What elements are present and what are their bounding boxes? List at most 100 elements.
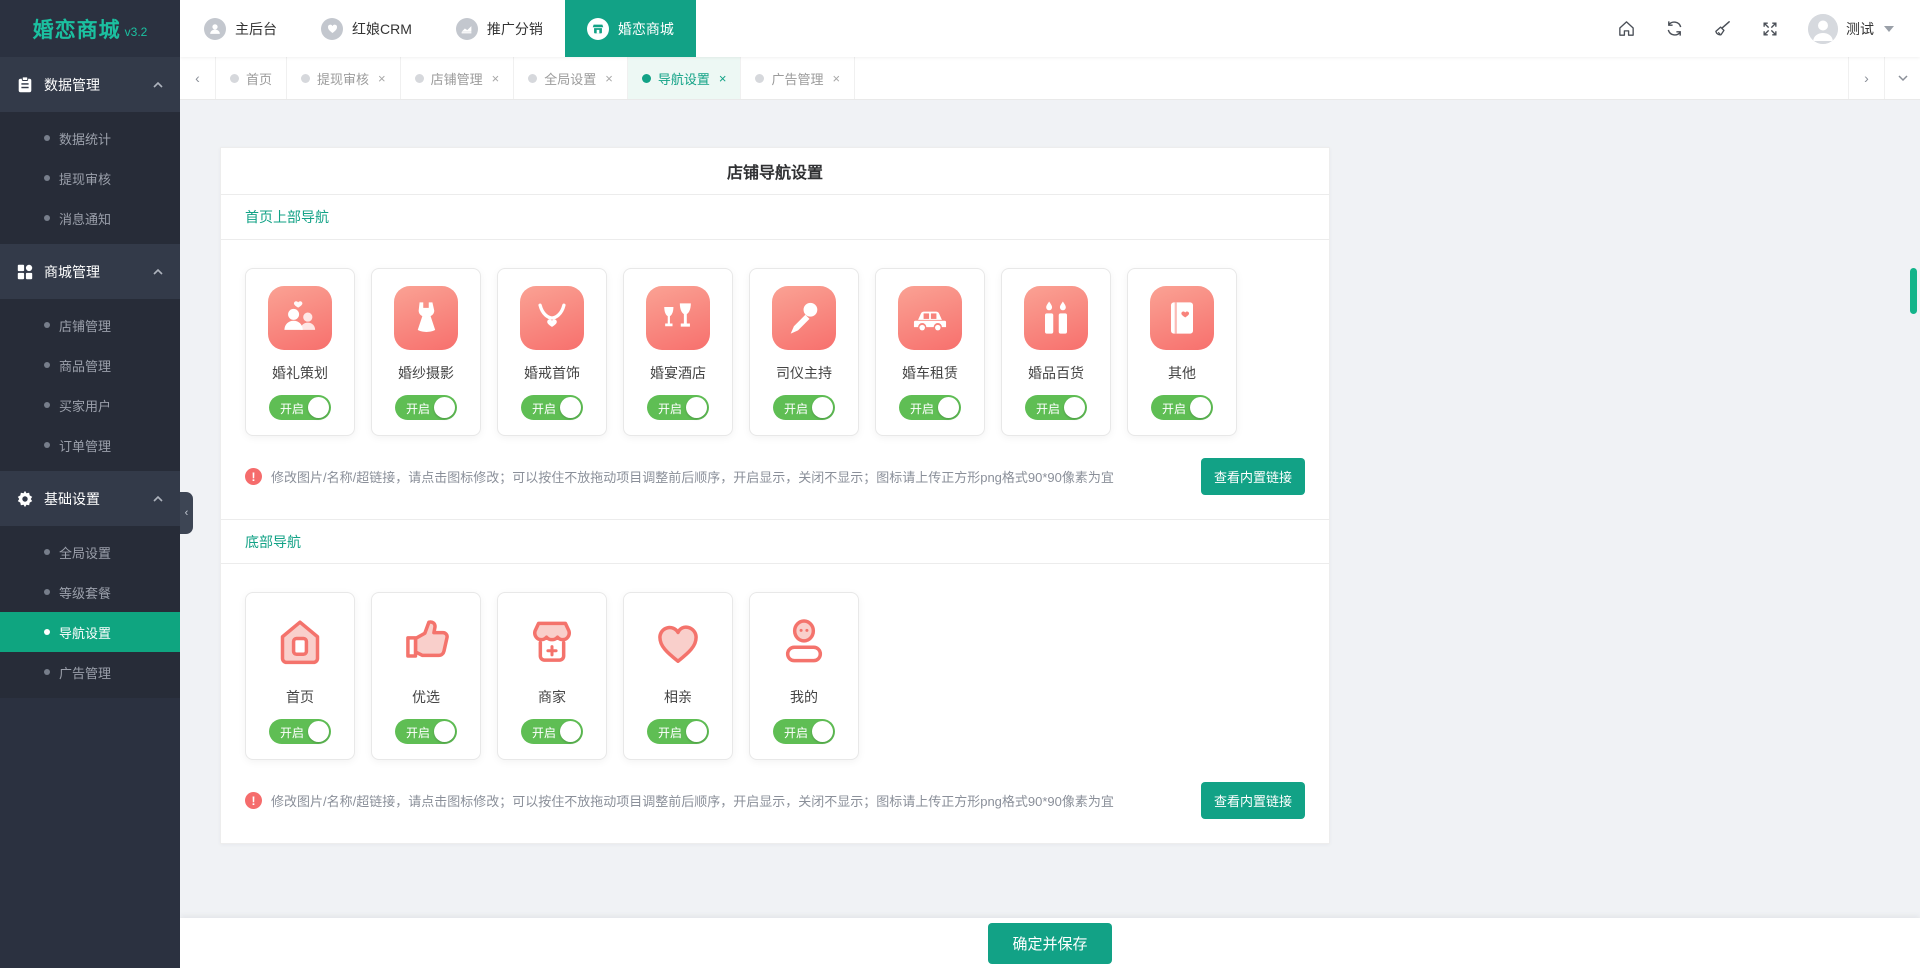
tab-nav-settings[interactable]: 导航设置 × bbox=[628, 57, 742, 99]
sidebar-group-label: 数据管理 bbox=[44, 75, 152, 95]
section-heading-top-nav: 首页上部导航 bbox=[221, 195, 1329, 240]
nav-item-matchmaker-crm[interactable]: 红娘CRM bbox=[299, 0, 434, 57]
bullet-dot bbox=[44, 362, 50, 368]
sidebar-item-data-stats[interactable]: 数据统计 bbox=[0, 118, 180, 158]
nav-card-wedding-goods[interactable]: 婚品百货 开启 bbox=[1001, 268, 1111, 436]
clipboard-icon bbox=[16, 76, 34, 94]
app-window: 婚恋商城 v3.2 数据管理 数据统计 提现审核 消息通知 商城管理 bbox=[0, 0, 1920, 968]
tab-menu-icon[interactable] bbox=[1884, 57, 1920, 99]
nav-card-toggle[interactable]: 开启 bbox=[395, 395, 457, 420]
sidebar-group-mall[interactable]: 商城管理 bbox=[0, 244, 180, 299]
nav-card-label: 商家 bbox=[538, 687, 566, 707]
close-icon[interactable]: × bbox=[378, 71, 386, 86]
nav-card-toggle[interactable]: 开启 bbox=[1151, 395, 1213, 420]
sidebar-item-withdraw-review[interactable]: 提现审核 bbox=[0, 158, 180, 198]
nav-card-wedding-photography[interactable]: 婚纱摄影 开启 bbox=[371, 268, 481, 436]
nav-card-toggle[interactable]: 开启 bbox=[647, 395, 709, 420]
toggle-knob bbox=[1064, 397, 1085, 418]
nav-card-merchant[interactable]: 商家 开启 bbox=[497, 592, 607, 760]
toggle-label: 开启 bbox=[532, 724, 556, 741]
toggle-label: 开启 bbox=[658, 400, 682, 417]
tab-home[interactable]: 首页 bbox=[216, 57, 287, 99]
scrollbar-thumb[interactable] bbox=[1910, 268, 1917, 314]
tab-scroll-left-icon[interactable]: ‹ bbox=[180, 57, 216, 99]
sidebar-collapse-handle[interactable]: ‹ bbox=[180, 492, 193, 534]
nav-card-toggle[interactable]: 开启 bbox=[1025, 395, 1087, 420]
sidebar-item-message-notify[interactable]: 消息通知 bbox=[0, 198, 180, 238]
toggle-knob bbox=[434, 721, 455, 742]
bullet-dot bbox=[44, 629, 50, 635]
view-links-button[interactable]: 查看内置链接 bbox=[1201, 782, 1305, 819]
nav-card-toggle[interactable]: 开启 bbox=[773, 719, 835, 744]
tab-withdraw-review[interactable]: 提现审核 × bbox=[287, 57, 401, 99]
toggle-label: 开启 bbox=[532, 400, 556, 417]
user-menu[interactable]: 测试 bbox=[1808, 14, 1894, 44]
nav-card-label: 首页 bbox=[286, 687, 314, 707]
nav-card-wedding-rings[interactable]: 婚戒首饰 开启 bbox=[497, 268, 607, 436]
view-links-button[interactable]: 查看内置链接 bbox=[1201, 458, 1305, 495]
close-icon[interactable]: × bbox=[492, 71, 500, 86]
sidebar-item-level-package[interactable]: 等级套餐 bbox=[0, 572, 180, 612]
tab-ad-manage[interactable]: 广告管理 × bbox=[741, 57, 855, 99]
nav-item-wedding-mall[interactable]: 婚恋商城 bbox=[565, 0, 696, 57]
nav-card-wedding-planning[interactable]: 婚礼策划 开启 bbox=[245, 268, 355, 436]
close-icon[interactable]: × bbox=[719, 71, 727, 86]
nav-card-home[interactable]: 首页 开启 bbox=[245, 592, 355, 760]
close-icon[interactable]: × bbox=[832, 71, 840, 86]
refresh-icon[interactable] bbox=[1664, 19, 1684, 39]
toggle-label: 开启 bbox=[910, 400, 934, 417]
sidebar-item-order-manage[interactable]: 订单管理 bbox=[0, 425, 180, 465]
sidebar-group-data[interactable]: 数据管理 bbox=[0, 57, 180, 112]
sidebar-item-nav-settings[interactable]: 导航设置 bbox=[0, 612, 180, 652]
nav-card-toggle[interactable]: 开启 bbox=[899, 395, 961, 420]
nav-card-toggle[interactable]: 开启 bbox=[773, 395, 835, 420]
tab-global-settings[interactable]: 全局设置 × bbox=[514, 57, 628, 99]
tab-label: 店铺管理 bbox=[431, 69, 483, 88]
store-icon bbox=[587, 18, 609, 40]
nav-item-label: 主后台 bbox=[235, 19, 277, 39]
sidebar-group-settings-items: 全局设置 等级套餐 导航设置 广告管理 bbox=[0, 526, 180, 698]
heart-outline-icon bbox=[645, 610, 711, 674]
sidebar-item-buyer-users[interactable]: 买家用户 bbox=[0, 385, 180, 425]
nav-card-toggle[interactable]: 开启 bbox=[269, 395, 331, 420]
sidebar-item-shop-manage[interactable]: 店铺管理 bbox=[0, 305, 180, 345]
candles-icon bbox=[1024, 286, 1088, 350]
sidebar-group-data-items: 数据统计 提现审核 消息通知 bbox=[0, 112, 180, 244]
nav-card-matchmaking[interactable]: 相亲 开启 bbox=[623, 592, 733, 760]
nav-item-main-admin[interactable]: 主后台 bbox=[182, 0, 299, 57]
chevron-up-icon bbox=[152, 79, 164, 91]
nav-card-mine[interactable]: 我的 开启 bbox=[749, 592, 859, 760]
sidebar-group-settings[interactable]: 基础设置 bbox=[0, 471, 180, 526]
fullscreen-icon[interactable] bbox=[1760, 19, 1780, 39]
save-button[interactable]: 确定并保存 bbox=[988, 923, 1111, 964]
tab-scroll-right-icon[interactable]: › bbox=[1848, 57, 1884, 99]
close-icon[interactable]: × bbox=[605, 71, 613, 86]
tabbar-spacer bbox=[855, 57, 1848, 99]
sidebar-item-goods-manage[interactable]: 商品管理 bbox=[0, 345, 180, 385]
nav-card-toggle[interactable]: 开启 bbox=[395, 719, 457, 744]
home-icon[interactable] bbox=[1616, 19, 1636, 39]
nav-card-mc-host[interactable]: 司仪主持 开启 bbox=[749, 268, 859, 436]
sidebar-item-label: 广告管理 bbox=[59, 663, 111, 682]
nav-item-label: 婚恋商城 bbox=[618, 19, 674, 39]
nav-card-wedding-car[interactable]: 婚车租赁 开启 bbox=[875, 268, 985, 436]
toggle-label: 开启 bbox=[280, 400, 304, 417]
nav-card-other[interactable]: 其他 开启 bbox=[1127, 268, 1237, 436]
avatar bbox=[1808, 14, 1838, 44]
nav-card-toggle[interactable]: 开启 bbox=[521, 719, 583, 744]
toggle-knob bbox=[308, 721, 329, 742]
nav-card-toggle[interactable]: 开启 bbox=[521, 395, 583, 420]
nav-card-label: 婚品百货 bbox=[1028, 363, 1084, 383]
nav-card-toggle[interactable]: 开启 bbox=[269, 719, 331, 744]
nav-card-featured[interactable]: 优选 开启 bbox=[371, 592, 481, 760]
clear-cache-broom-icon[interactable] bbox=[1712, 19, 1732, 39]
nav-card-banquet-hotel[interactable]: 婚宴酒店 开启 bbox=[623, 268, 733, 436]
nav-card-toggle[interactable]: 开启 bbox=[647, 719, 709, 744]
nav-card-label: 婚纱摄影 bbox=[398, 363, 454, 383]
sidebar-item-ad-manage[interactable]: 广告管理 bbox=[0, 652, 180, 692]
tab-label: 首页 bbox=[246, 69, 272, 88]
bullet-dot bbox=[44, 442, 50, 448]
nav-item-promotion[interactable]: 推广分销 bbox=[434, 0, 565, 57]
sidebar-item-global-settings[interactable]: 全局设置 bbox=[0, 532, 180, 572]
tab-shop-manage[interactable]: 店铺管理 × bbox=[401, 57, 515, 99]
